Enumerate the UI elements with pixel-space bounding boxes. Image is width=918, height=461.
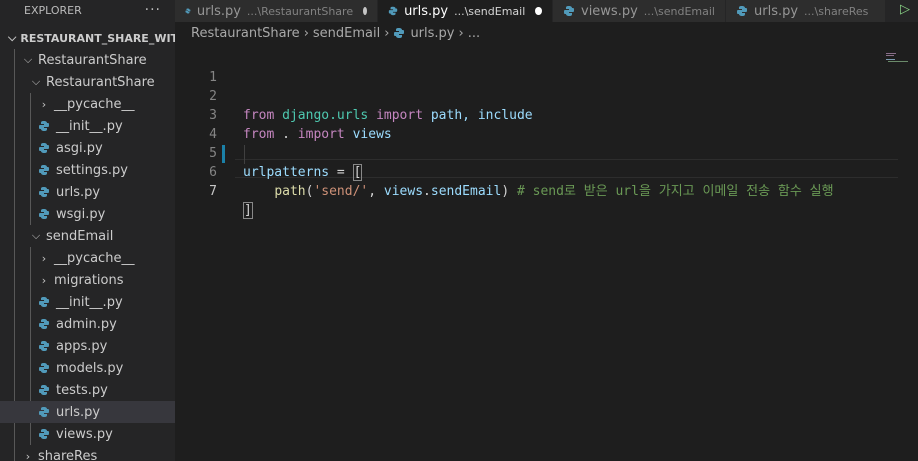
explorer-sidebar: EXPLORER ··· ⌵ RESTAURANT_SHARE_WIT... ⌵… <box>0 0 175 461</box>
tab-views-sendemail[interactable]: views.py ...\sendEmail <box>553 0 726 22</box>
folder-restaurantshare-inner[interactable]: ⌵ RestaurantShare <box>0 71 175 93</box>
code-line: 6 path('send/', views.sendEmail) # send로… <box>209 165 834 199</box>
chevron-down-icon: ⌵ <box>23 53 33 66</box>
more-actions-icon[interactable]: ··· <box>145 2 161 18</box>
matched-bracket: ] <box>243 202 253 219</box>
explorer-title: EXPLORER <box>24 3 82 17</box>
file-urls-py-selected[interactable]: urls.py <box>0 401 175 423</box>
python-file-icon <box>737 6 747 16</box>
breadcrumb-file[interactable]: urls.py <box>410 26 454 41</box>
tab-urls-sendemail[interactable]: urls.py ...\sendEmail <box>378 0 553 22</box>
file-settings-py[interactable]: settings.py <box>0 159 175 181</box>
python-file-icon <box>388 6 398 16</box>
code-line: 3 from . import views <box>209 108 392 142</box>
chevron-down-icon: ⌵ <box>31 229 41 242</box>
python-file-icon <box>39 297 49 307</box>
folder-pycache[interactable]: › __pycache__ <box>0 247 175 269</box>
file-apps-py[interactable]: apps.py <box>0 335 175 357</box>
folder-shareres[interactable]: › shareRes <box>0 445 175 461</box>
python-file-icon <box>39 165 49 175</box>
file-urls-py[interactable]: urls.py <box>0 181 175 203</box>
tab-path: ...\shareRes <box>804 4 869 18</box>
chevron-down-icon: ⌵ <box>31 75 41 88</box>
chevron-right-icon: › <box>384 25 390 41</box>
breadcrumb-folder[interactable]: sendEmail <box>313 26 380 41</box>
folder-sendemail[interactable]: ⌵ sendEmail <box>0 225 175 247</box>
editor-tabs: urls.py ...\RestaurantShare urls.py ...\… <box>175 0 918 22</box>
unsaved-dot-icon[interactable] <box>363 7 367 15</box>
unsaved-dot-icon[interactable] <box>535 7 542 15</box>
python-file-icon <box>39 385 49 395</box>
code-line-current: 7 ] <box>209 184 253 219</box>
tab-path: ...\RestaurantShare <box>246 4 354 18</box>
python-file-icon <box>39 407 49 417</box>
breadcrumb-folder[interactable]: RestaurantShare <box>191 26 300 41</box>
python-file-icon <box>39 363 49 373</box>
tab-urls-restaurantshare[interactable]: urls.py ...\RestaurantShare <box>175 0 378 22</box>
folder-pycache[interactable]: › __pycache__ <box>0 93 175 115</box>
code-editor[interactable]: 1 2 from django.urls import path, includ… <box>175 44 918 461</box>
file-admin-py[interactable]: admin.py <box>0 313 175 335</box>
file-tests-py[interactable]: tests.py <box>0 379 175 401</box>
chevron-right-icon: › <box>41 97 47 111</box>
code-line: 5 urlpatterns = [ <box>209 146 363 181</box>
workspace-root[interactable]: ⌵ RESTAURANT_SHARE_WIT... <box>0 27 175 49</box>
breadcrumb-symbol[interactable]: ... <box>468 26 480 41</box>
code-line: 2 from django.urls import path, include <box>209 89 533 123</box>
python-file-icon <box>39 319 49 329</box>
chevron-down-icon: ⌵ <box>8 31 17 44</box>
tab-name: urls.py <box>404 3 449 19</box>
file-asgi-py[interactable]: asgi.py <box>0 137 175 159</box>
tab-path: ...\sendEmail <box>454 4 526 18</box>
chevron-right-icon: › <box>41 251 47 265</box>
chevron-right-icon: › <box>303 25 309 41</box>
tab-name: urls.py <box>196 3 241 19</box>
chevron-right-icon: › <box>41 273 47 287</box>
python-file-icon <box>39 143 49 153</box>
tab-name: urls.py <box>754 3 799 19</box>
run-icon[interactable]: ▷ <box>900 2 910 17</box>
file-views-py[interactable]: views.py <box>0 423 175 445</box>
python-file-icon <box>394 28 405 38</box>
folder-restaurantshare-outer[interactable]: ⌵ RestaurantShare <box>0 49 175 71</box>
tab-name: views.py <box>581 3 638 19</box>
folder-migrations[interactable]: › migrations <box>0 269 175 291</box>
code-line: 4 <box>209 127 217 142</box>
python-file-icon <box>39 121 49 131</box>
breadcrumb: RestaurantShare › sendEmail › urls.py › … <box>175 22 918 44</box>
python-file-icon <box>39 209 49 219</box>
tab-urls-shareres[interactable]: urls.py ...\shareRes <box>726 0 886 22</box>
chevron-right-icon: › <box>25 449 31 461</box>
file-models-py[interactable]: models.py <box>0 357 175 379</box>
file-wsgi-py[interactable]: wsgi.py <box>0 203 175 225</box>
explorer-header: EXPLORER ··· <box>0 0 175 20</box>
python-file-icon <box>564 6 574 16</box>
tab-path: ...\sendEmail <box>643 4 715 18</box>
python-file-icon <box>185 8 191 14</box>
python-file-icon <box>39 429 49 439</box>
python-file-icon <box>39 341 49 351</box>
code-line: 1 <box>209 70 217 85</box>
chevron-right-icon: › <box>458 25 464 41</box>
file-init-py[interactable]: __init__.py <box>0 291 175 313</box>
python-file-icon <box>39 187 49 197</box>
file-init-py[interactable]: __init__.py <box>0 115 175 137</box>
